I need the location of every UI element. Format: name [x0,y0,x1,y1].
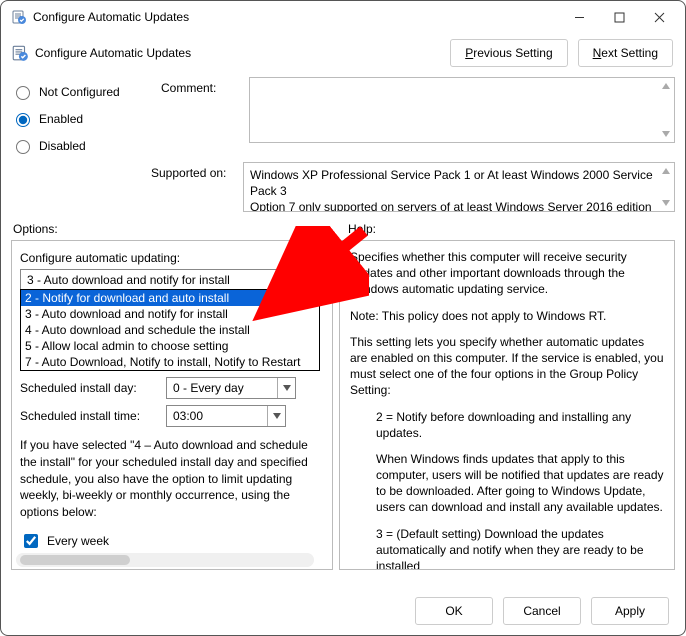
scroll-up-icon[interactable] [658,163,674,179]
install-day-label: Scheduled install day: [20,381,158,395]
radio-enabled-label: Enabled [39,112,83,126]
previous-setting-button[interactable]: Previous Setting [450,39,567,67]
cancel-button[interactable]: Cancel [503,597,581,625]
title-bar: Configure Automatic Updates [1,1,685,33]
supported-on-value: Windows XP Professional Service Pack 1 o… [250,168,656,212]
chevron-down-icon[interactable] [277,378,295,398]
every-week-checkbox[interactable]: Every week [20,531,324,551]
scrollbar-thumb[interactable] [20,555,130,565]
options-section-label: Options: [13,222,348,236]
radio-not-configured-input[interactable] [16,86,30,100]
window-title: Configure Automatic Updates [33,10,559,24]
radio-enabled-input[interactable] [16,113,30,127]
scroll-down-icon[interactable] [658,126,674,142]
install-time-select[interactable]: 03:00 [166,405,286,427]
close-button[interactable] [639,3,679,31]
header-row: Configure Automatic Updates Previous Set… [1,33,685,77]
dropdown-option[interactable]: 5 - Allow local admin to choose setting [21,338,319,354]
install-time-label: Scheduled install time: [20,409,158,423]
configure-updating-dropdown[interactable]: 2 - Notify for download and auto install… [20,289,320,371]
help-text: Note: This policy does not apply to Wind… [350,308,664,324]
chevron-down-icon[interactable] [267,406,285,426]
help-text: Specifies whether this computer will rec… [350,249,664,298]
dropdown-option[interactable]: 7 - Auto Download, Notify to install, No… [21,354,319,370]
policy-icon [11,9,27,25]
every-week-label: Every week [47,534,109,548]
help-text: 2 = Notify before downloading and instal… [350,409,664,441]
policy-title: Configure Automatic Updates [35,46,191,60]
radio-disabled[interactable]: Disabled [11,137,151,154]
state-radios: Not Configured Enabled Disabled [11,77,151,154]
next-setting-button[interactable]: Next Setting [578,39,673,67]
apply-button[interactable]: Apply [591,597,669,625]
configure-updating-select[interactable]: 3 - Auto download and notify for install [20,269,316,291]
help-panel: Specifies whether this computer will rec… [339,240,675,570]
minimize-button[interactable] [559,3,599,31]
dropdown-option[interactable]: 2 - Notify for download and auto install [21,290,319,306]
scroll-up-icon[interactable] [658,78,674,94]
dropdown-option[interactable]: 4 - Auto download and schedule the insta… [21,322,319,338]
supported-on-text: Windows XP Professional Service Pack 1 o… [243,162,675,212]
options-paragraph: If you have selected "4 – Auto download … [20,437,324,521]
help-section-label: Help: [348,222,673,236]
supported-on-label: Supported on: [151,162,237,180]
policy-title-area: Configure Automatic Updates [11,44,450,62]
chevron-down-icon[interactable] [297,270,315,290]
configure-updating-label: Configure automatic updating: [20,251,324,265]
help-text: This setting lets you specify whether au… [350,334,664,399]
dropdown-option[interactable]: 3 - Auto download and notify for install [21,306,319,322]
install-time-value: 03:00 [167,406,267,426]
every-week-input[interactable] [24,534,38,548]
comment-textarea[interactable] [249,77,675,143]
radio-disabled-input[interactable] [16,140,30,154]
help-text: 3 = (Default setting) Download the updat… [350,526,664,569]
install-day-value: 0 - Every day [167,378,277,398]
maximize-button[interactable] [599,3,639,31]
dialog-footer: OK Cancel Apply [1,587,685,635]
policy-icon [11,44,29,62]
configure-updating-value: 3 - Auto download and notify for install [21,270,297,290]
install-day-select[interactable]: 0 - Every day [166,377,296,399]
comment-label: Comment: [161,77,239,154]
radio-not-configured[interactable]: Not Configured [11,83,151,100]
options-panel: Configure automatic updating: 3 - Auto d… [11,240,333,570]
scroll-down-icon[interactable] [658,195,674,211]
radio-enabled[interactable]: Enabled [11,110,151,127]
radio-disabled-label: Disabled [39,139,86,153]
radio-not-configured-label: Not Configured [39,85,120,99]
help-text: When Windows finds updates that apply to… [350,451,664,516]
horizontal-scrollbar[interactable] [16,553,314,567]
ok-button[interactable]: OK [415,597,493,625]
